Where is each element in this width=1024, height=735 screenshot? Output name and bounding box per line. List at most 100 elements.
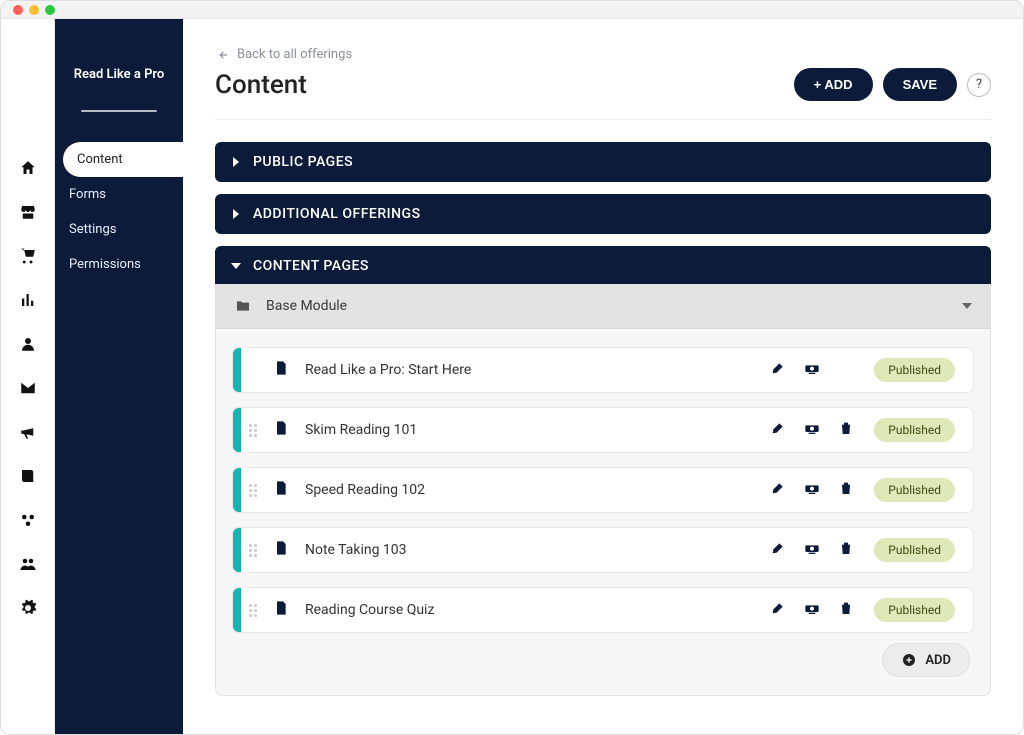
module-name: Base Module [266,298,347,314]
page-header: Content + ADD SAVE ? [215,68,991,120]
drag-handle-icon[interactable] [249,604,259,617]
stats-icon[interactable] [19,291,37,309]
document-icon [259,479,289,501]
sidebar-item-forms[interactable]: Forms [55,177,183,212]
row-accent [233,408,241,452]
page-title: Read Like a Pro: Start Here [305,362,770,378]
settings-icon[interactable] [19,599,37,617]
sidebar-nav: Content Forms Settings Permissions [55,142,183,282]
sidebar-item-settings[interactable]: Settings [55,212,183,247]
header-actions: + ADD SAVE ? [794,68,991,101]
section-label: ADDITIONAL OFFERINGS [253,206,421,222]
page-row[interactable]: Speed Reading 102 Published [232,467,974,513]
document-icon [259,599,289,621]
triangle-down-icon [231,263,241,269]
page-row[interactable]: Skim Reading 101 Published [232,407,974,453]
edit-icon[interactable] [770,540,786,560]
page-list: Read Like a Pro: Start HerePublishedSkim… [216,329,990,639]
section-content-pages-header[interactable]: CONTENT PAGES [215,246,991,286]
modules-icon[interactable] [19,511,37,529]
edit-icon[interactable] [770,480,786,500]
page-row[interactable]: Reading Course Quiz Published [232,587,974,633]
row-actions [770,480,854,500]
back-link[interactable]: Back to all offerings [215,47,991,62]
drag-handle-icon[interactable] [249,544,259,557]
arrow-left-icon [215,48,229,62]
section-public-pages: PUBLIC PAGES [215,142,991,182]
page-row[interactable]: Note Taking 103Published [232,527,974,573]
megaphone-icon[interactable] [19,423,37,441]
sidebar-divider [81,110,158,112]
section-additional-offerings-header[interactable]: ADDITIONAL OFFERINGS [215,194,991,234]
module-footer: ADD [216,639,990,677]
page-title: Skim Reading 101 [305,422,770,438]
section-label: CONTENT PAGES [253,258,369,274]
content-pages-body: Base Module Read Like a Pro: Start Here P… [215,284,991,696]
add-page-label: ADD [925,653,951,668]
edit-icon[interactable] [770,600,786,620]
status-badge: Published [874,598,955,622]
mail-icon[interactable] [19,379,37,397]
row-actions [770,420,854,440]
preview-icon[interactable] [804,360,820,380]
page-row[interactable]: Read Like a Pro: Start Here Published [232,347,974,393]
window-close-dot[interactable] [13,5,23,15]
section-additional-offerings: ADDITIONAL OFFERINGS [215,194,991,234]
window-titlebar [1,1,1023,19]
group-icon[interactable] [19,555,37,573]
page-title: Note Taking 103 [305,542,770,558]
status-badge: Published [874,478,955,502]
back-label: Back to all offerings [237,47,352,62]
drag-handle-icon[interactable] [249,424,259,437]
cart-icon[interactable] [19,247,37,265]
store-icon[interactable] [19,203,37,221]
module-header[interactable]: Base Module [216,284,990,329]
row-accent [233,528,241,572]
plus-circle-icon [901,652,917,668]
offering-title: Read Like a Pro [55,67,183,82]
page-title: Content [215,70,307,100]
row-actions [770,540,854,560]
row-accent [233,468,241,512]
chevron-down-icon[interactable] [962,303,972,309]
status-badge: Published [874,358,955,382]
document-icon [259,539,289,561]
delete-icon[interactable] [838,420,854,440]
user-icon[interactable] [19,335,37,353]
save-button[interactable]: SAVE [883,68,957,101]
sidebar-item-content[interactable]: Content [63,142,183,177]
page-title: Reading Course Quiz [305,602,770,618]
preview-icon[interactable] [804,480,820,500]
edit-icon[interactable] [770,360,786,380]
icon-rail [1,19,55,735]
window-minimize-dot[interactable] [29,5,39,15]
preview-icon[interactable] [804,600,820,620]
add-button[interactable]: + ADD [794,68,873,101]
delete-icon[interactable] [838,480,854,500]
edit-icon[interactable] [770,420,786,440]
offering-sidebar: Read Like a Pro Content Forms Settings P… [55,19,183,735]
add-page-button[interactable]: ADD [882,643,970,677]
row-actions [770,360,854,380]
book-icon[interactable] [19,467,37,485]
help-icon[interactable]: ? [967,73,991,97]
status-badge: Published [874,418,955,442]
page-title: Speed Reading 102 [305,482,770,498]
document-icon [259,359,289,381]
row-accent [233,588,241,632]
drag-handle-icon[interactable] [249,484,259,497]
document-icon [259,419,289,441]
delete-icon[interactable] [838,540,854,560]
triangle-right-icon [233,209,239,219]
home-icon[interactable] [19,159,37,177]
preview-icon[interactable] [804,540,820,560]
sidebar-item-permissions[interactable]: Permissions [55,247,183,282]
main-content: Back to all offerings Content + ADD SAVE… [183,19,1023,735]
app-window: Read Like a Pro Content Forms Settings P… [0,0,1024,735]
delete-icon[interactable] [838,600,854,620]
section-content-pages: CONTENT PAGES [215,246,991,286]
triangle-right-icon [233,157,239,167]
section-public-pages-header[interactable]: PUBLIC PAGES [215,142,991,182]
preview-icon[interactable] [804,420,820,440]
window-zoom-dot[interactable] [45,5,55,15]
